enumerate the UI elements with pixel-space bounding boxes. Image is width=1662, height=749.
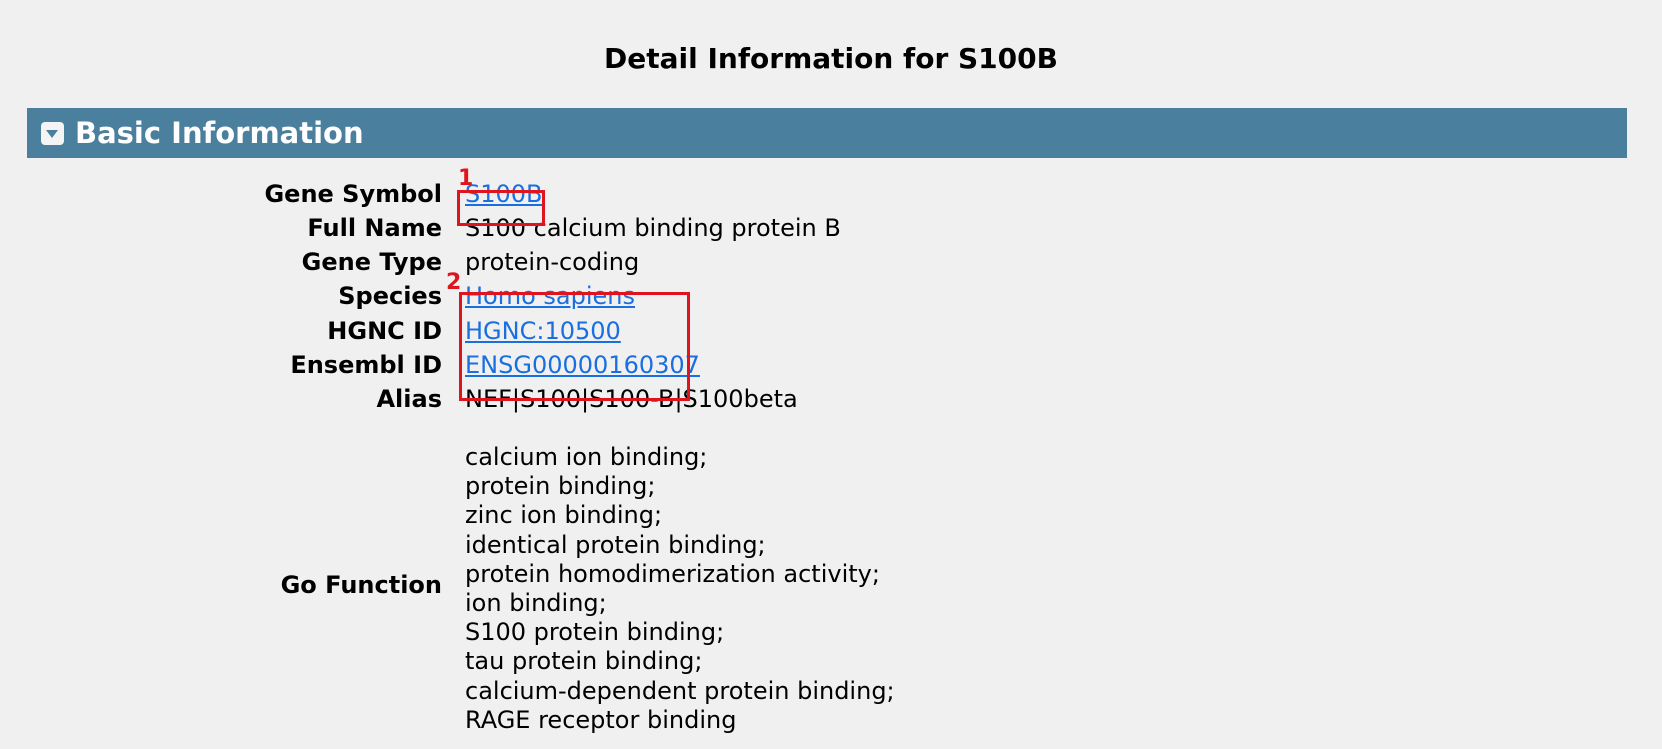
annotation-box-1: [457, 190, 545, 226]
page-title: Detail Information for S100B: [604, 42, 1058, 75]
go-function-item: zinc ion binding;: [465, 501, 663, 530]
go-function-item: calcium-dependent protein binding;: [465, 676, 895, 705]
basic-information-section-header[interactable]: Basic Information: [27, 108, 1627, 158]
species-label: Species: [338, 282, 442, 310]
go-function-item: RAGE receptor binding: [465, 705, 737, 734]
go-function-item: protein homodimerization activity;: [465, 559, 880, 588]
collapse-toggle-icon[interactable]: [41, 122, 64, 145]
section-title: Basic Information: [75, 116, 364, 150]
ensembl-id-label: Ensembl ID: [290, 351, 442, 379]
go-function-item: S100 protein binding;: [465, 618, 725, 647]
go-function-item: tau protein binding;: [465, 647, 703, 676]
gene-symbol-label: Gene Symbol: [264, 180, 442, 208]
go-function-item: ion binding;: [465, 589, 607, 618]
gene-type-value: protein-coding: [465, 248, 640, 276]
go-function-list: calcium ion binding; protein binding; zi…: [465, 443, 895, 735]
annotation-box-2: [459, 292, 690, 401]
full-name-label: Full Name: [307, 214, 442, 242]
hgnc-id-label: HGNC ID: [327, 317, 442, 345]
alias-label: Alias: [376, 385, 442, 413]
annotation-number-1: 1: [458, 166, 474, 191]
go-function-label: Go Function: [280, 571, 442, 599]
go-function-item: protein binding;: [465, 472, 656, 501]
go-function-item: calcium ion binding;: [465, 443, 708, 471]
annotation-number-2: 2: [446, 270, 462, 295]
go-function-item: identical protein binding;: [465, 530, 766, 559]
gene-type-label: Gene Type: [301, 248, 442, 276]
